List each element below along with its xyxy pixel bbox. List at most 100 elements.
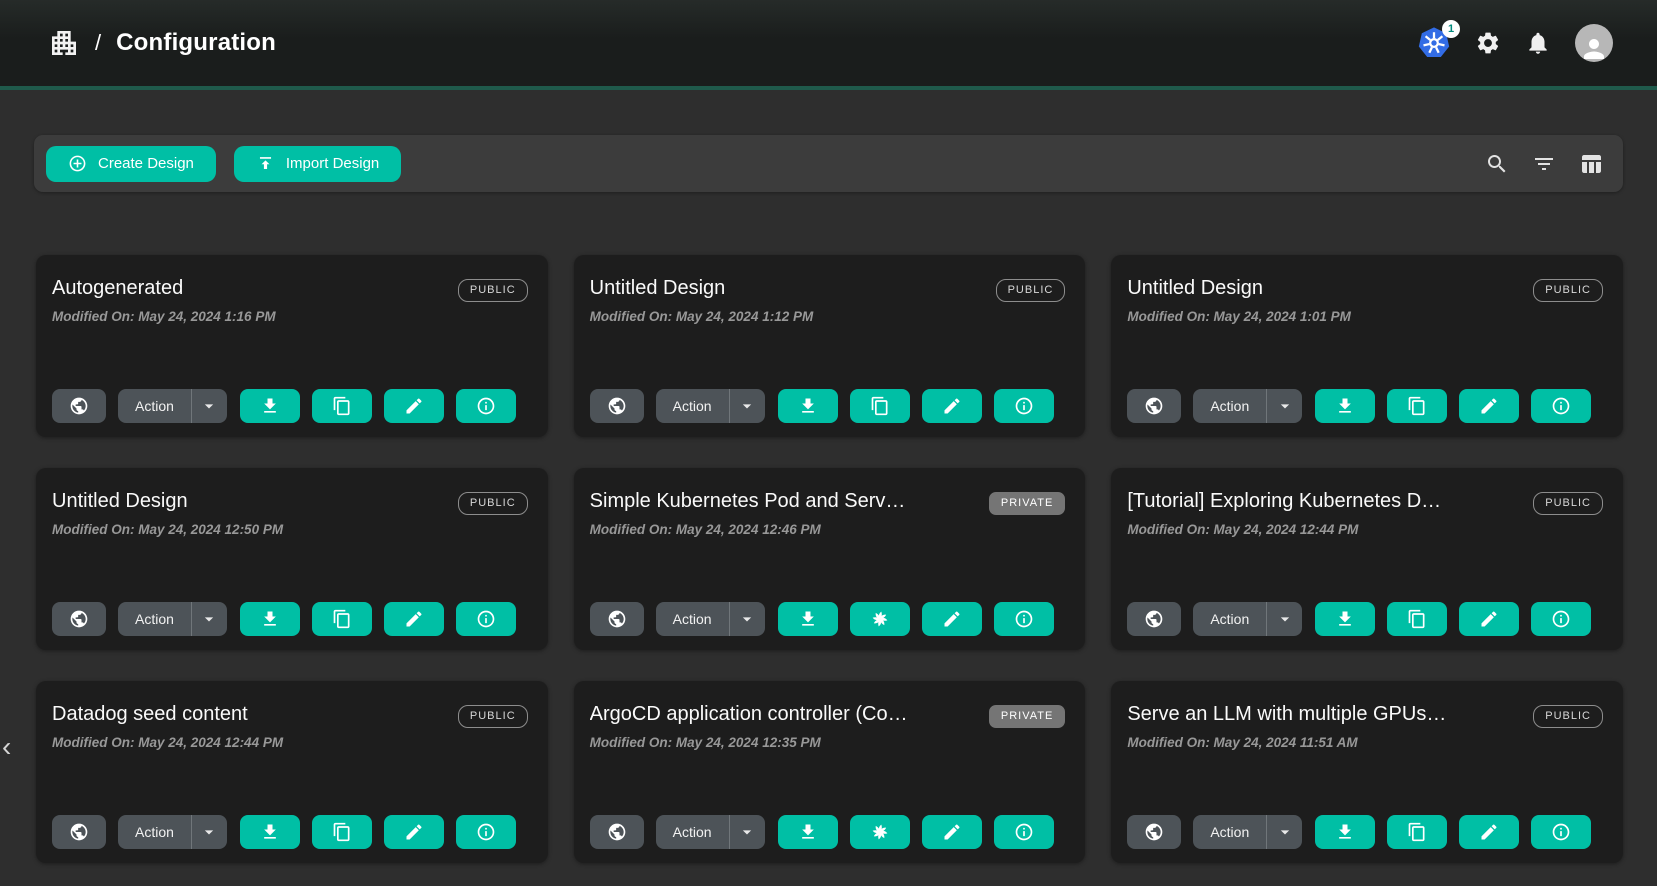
visibility-globe-button[interactable] [590,815,644,849]
action-split-button[interactable]: Action [1193,602,1302,636]
edit-button[interactable] [922,602,982,636]
action-dropdown-caret[interactable] [729,389,765,423]
clone-button[interactable] [312,602,372,636]
action-split-button[interactable]: Action [1193,815,1302,849]
info-button[interactable] [456,815,516,849]
edit-button[interactable] [922,815,982,849]
action-dropdown-caret[interactable] [191,389,227,423]
download-button[interactable] [240,602,300,636]
clone-button[interactable] [1387,815,1447,849]
chevron-down-icon [199,822,219,842]
visibility-globe-button[interactable] [590,389,644,423]
design-modified-date: Modified On: May 24, 2024 12:50 PM [52,522,528,537]
download-button[interactable] [240,815,300,849]
action-button-label[interactable]: Action [1193,389,1266,423]
clone-button[interactable] [1387,602,1447,636]
design-modified-date: Modified On: May 24, 2024 11:51 AM [1127,735,1603,750]
visibility-globe-button[interactable] [52,389,106,423]
settings-gear-icon[interactable] [1475,30,1501,56]
action-dropdown-caret[interactable] [729,602,765,636]
clone-button[interactable] [312,389,372,423]
download-button[interactable] [1315,602,1375,636]
clone-button[interactable] [312,815,372,849]
download-button[interactable] [1315,389,1375,423]
action-split-button[interactable]: Action [118,389,227,423]
visibility-globe-button[interactable] [590,602,644,636]
action-button-label[interactable]: Action [656,815,729,849]
action-button-label[interactable]: Action [118,815,191,849]
kubernetes-context-button[interactable]: 1 [1417,26,1451,60]
design-modified-date: Modified On: May 24, 2024 12:44 PM [52,735,528,750]
search-icon[interactable] [1485,152,1509,176]
design-card: Untitled Design PUBLIC Modified On: May … [574,255,1086,437]
info-button[interactable] [994,602,1054,636]
user-avatar[interactable] [1575,24,1613,62]
chevron-down-icon [1275,822,1295,842]
design-card-actions: Action [590,815,1066,849]
action-dropdown-caret[interactable] [1266,815,1302,849]
visibility-globe-button[interactable] [1127,389,1181,423]
action-button-label[interactable]: Action [118,602,191,636]
edit-button[interactable] [922,389,982,423]
globe-icon [69,396,89,416]
download-button[interactable] [778,389,838,423]
notifications-bell-icon[interactable] [1525,30,1551,56]
action-button-label[interactable]: Action [1193,815,1266,849]
visibility-globe-button[interactable] [52,602,106,636]
action-dropdown-caret[interactable] [1266,602,1302,636]
info-button[interactable] [1531,815,1591,849]
action-dropdown-caret[interactable] [1266,389,1302,423]
action-split-button[interactable]: Action [118,602,227,636]
download-button[interactable] [778,602,838,636]
clone-button[interactable] [850,389,910,423]
action-dropdown-caret[interactable] [191,815,227,849]
info-button[interactable] [994,815,1054,849]
design-workflow-button[interactable] [850,815,910,849]
design-card-header: [Tutorial] Exploring Kubernetes D… PUBLI… [1127,490,1603,515]
download-icon [260,396,280,416]
edit-button[interactable] [384,389,444,423]
edit-button[interactable] [384,815,444,849]
create-design-button[interactable]: Create Design [46,146,216,182]
action-split-button[interactable]: Action [1193,389,1302,423]
action-button-label[interactable]: Action [1193,602,1266,636]
design-modified-date: Modified On: May 24, 2024 12:44 PM [1127,522,1603,537]
info-button[interactable] [1531,602,1591,636]
design-title: [Tutorial] Exploring Kubernetes D… [1127,490,1441,513]
edit-button[interactable] [1459,602,1519,636]
table-view-icon[interactable] [1579,152,1603,176]
action-button-label[interactable]: Action [656,389,729,423]
action-button-label[interactable]: Action [656,602,729,636]
chevron-down-icon [199,609,219,629]
design-workflow-button[interactable] [850,602,910,636]
collapse-drawer-chevron[interactable]: ‹ [2,733,11,761]
filter-icon[interactable] [1532,152,1556,176]
action-split-button[interactable]: Action [656,815,765,849]
action-dropdown-caret[interactable] [191,602,227,636]
edit-button[interactable] [1459,815,1519,849]
action-button-label[interactable]: Action [118,389,191,423]
action-split-button[interactable]: Action [118,815,227,849]
edit-button[interactable] [384,602,444,636]
edit-button[interactable] [1459,389,1519,423]
organization-building-icon[interactable] [48,27,80,59]
download-button[interactable] [778,815,838,849]
action-split-button[interactable]: Action [656,602,765,636]
info-button[interactable] [456,602,516,636]
info-icon [1014,396,1034,416]
copy-icon [332,609,352,629]
visibility-globe-button[interactable] [52,815,106,849]
visibility-globe-button[interactable] [1127,815,1181,849]
download-button[interactable] [1315,815,1375,849]
visibility-globe-button[interactable] [1127,602,1181,636]
action-split-button[interactable]: Action [656,389,765,423]
download-button[interactable] [240,389,300,423]
info-button[interactable] [994,389,1054,423]
info-button[interactable] [456,389,516,423]
pencil-icon [942,396,962,416]
import-design-button[interactable]: Import Design [234,146,401,182]
info-button[interactable] [1531,389,1591,423]
clone-button[interactable] [1387,389,1447,423]
action-dropdown-caret[interactable] [729,815,765,849]
create-design-label: Create Design [98,155,194,172]
